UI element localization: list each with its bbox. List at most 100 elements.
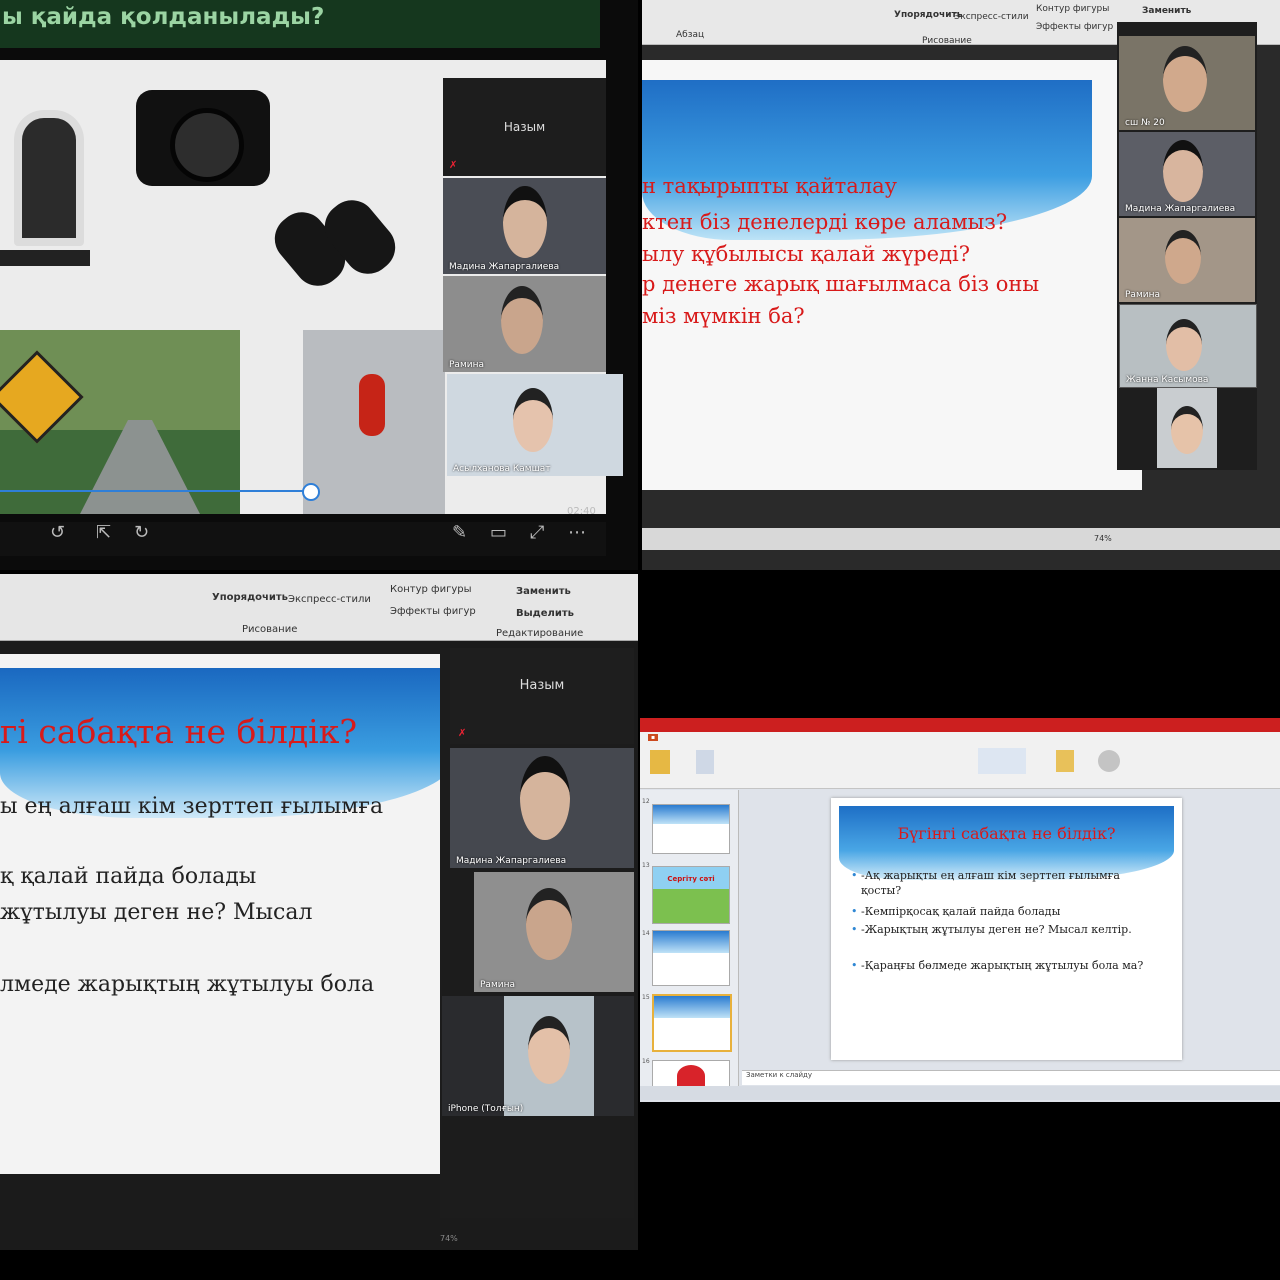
zoom-level[interactable]: 74%	[440, 1234, 458, 1243]
participant-tile-host[interactable]: Назым ✗	[443, 78, 606, 176]
participant-tile[interactable]: Рамина	[474, 872, 634, 992]
quick-styles-button[interactable]: Экспресс-стили	[954, 12, 1029, 22]
participant-name: Мадина Жапаргалиева	[1125, 204, 1236, 214]
panel-review-slide: Абзац Рисование Упорядочить Экспресс-сти…	[642, 0, 1280, 570]
thumb-number: 16	[642, 1058, 650, 1065]
participant-tile[interactable]: Рамина	[1119, 218, 1255, 302]
arrange-button[interactable]: Упорядочить	[894, 10, 962, 20]
slide-thumbnail[interactable]	[652, 930, 730, 986]
slide-bullet: -Қараңғы бөлмеде жарықтың жұтылуы бола м…	[851, 958, 1161, 973]
video-controls: ↺ ⇱ ↻ ✎ ▭ ⤢ ⋯	[0, 522, 606, 556]
arrange-icon[interactable]	[1056, 750, 1074, 772]
shape-effects-button[interactable]: Эффекты фигур	[1036, 22, 1113, 32]
forward-30-icon[interactable]: ↻	[134, 522, 149, 543]
slide-line: лмеде жарықтың жұтылуы бола	[0, 972, 375, 997]
participant-name: Рамина	[1125, 290, 1160, 300]
cursor-icon[interactable]: ⇱	[96, 522, 111, 543]
avatar	[1165, 230, 1201, 284]
slide-line: р денеге жарық шағылмаса біз оны	[642, 272, 1040, 296]
avatar	[528, 1016, 570, 1084]
slide-thumbnail[interactable]	[652, 1060, 730, 1088]
pen-icon[interactable]: ✎	[452, 522, 467, 543]
slide-notes-field[interactable]: Заметки к слайду	[742, 1070, 1280, 1085]
car-mirror-image	[303, 330, 445, 514]
slide-bullet: -Кемпірқосақ қалай пайда болады	[851, 904, 1161, 919]
shape-effects-button[interactable]: Эффекты фигур	[390, 606, 476, 617]
ribbon: Упорядочить Экспресс-стили Контур фигуры…	[0, 574, 638, 641]
shape-outline-button[interactable]: Контур фигуры	[390, 584, 472, 595]
slide-title: гі сабақта не білдік?	[0, 712, 358, 751]
camera-image	[136, 90, 270, 186]
participant-tile[interactable]	[1157, 388, 1217, 468]
thumb-number: 12	[642, 798, 650, 805]
quick-styles-icon[interactable]	[1098, 750, 1120, 772]
thumb-number: 13	[642, 862, 650, 869]
rewind-10-icon[interactable]: ↺	[50, 522, 65, 543]
participant-name: Жанна Касымова	[1126, 375, 1209, 385]
participant-tile[interactable]: Рамина	[443, 276, 606, 372]
slide-line: жұтылуы деген не? Мысал	[0, 900, 313, 925]
binoculars-image	[265, 190, 405, 296]
tab-file[interactable]: ▪	[648, 734, 659, 741]
avatar	[503, 186, 547, 258]
slide-canvas: гі сабақта не білдік? ы ең алғаш кім зер…	[0, 654, 455, 1174]
ribbon: ▪	[640, 732, 1280, 789]
participant-tile[interactable]: iPhone (Толғын)	[442, 996, 634, 1116]
slide-thumbnail-selected[interactable]	[652, 994, 732, 1052]
participant-tile[interactable]: Мадина Жапаргалиева	[450, 748, 634, 868]
slide-line: қ қалай пайда болады	[0, 864, 257, 889]
group-drawing-label: Рисование	[922, 36, 972, 46]
participant-tile[interactable]: Асылханова Камшат	[447, 374, 623, 476]
replace-button[interactable]: Заменить	[516, 586, 571, 597]
avatar	[1171, 406, 1203, 454]
group-drawing-label: Рисование	[242, 624, 298, 635]
seek-handle[interactable]	[302, 483, 320, 501]
participant-name: iPhone (Толғын)	[448, 1104, 524, 1114]
panel-powerpoint-window: ▪ 12 13 Сергіту сәті 14 15 16 Бүгінгі са…	[640, 718, 1280, 1102]
host-name: Назым	[503, 120, 546, 134]
zoom-level[interactable]: 74%	[1094, 534, 1112, 543]
more-icon[interactable]: ⋯	[568, 522, 586, 543]
paste-icon[interactable]	[650, 750, 670, 774]
participant-name: сш № 20	[1125, 118, 1165, 128]
arrange-button[interactable]: Упорядочить	[212, 592, 288, 603]
select-button[interactable]: Выделить	[516, 608, 574, 619]
avatar	[513, 388, 553, 452]
participants-strip: Назым ✗ Мадина Жапаргалиева Рамина iPhon…	[440, 648, 634, 1218]
window-title-bar	[640, 718, 1280, 732]
quick-styles-button[interactable]: Экспресс-стили	[288, 594, 371, 605]
participant-tile[interactable]: сш № 20	[1119, 36, 1255, 130]
slide-thumbnail[interactable]: Сергіту сәті	[652, 866, 730, 924]
slide-line: ы ең алғаш кім зерттеп ғылымға	[0, 794, 384, 819]
captions-icon[interactable]: ▭	[490, 522, 507, 543]
group-paragraph-label: Абзац	[676, 30, 705, 40]
shapes-gallery[interactable]	[978, 748, 1026, 774]
slide-thumbnails-pane: 12 13 Сергіту сәті 14 15 16	[640, 790, 739, 1090]
shape-outline-button[interactable]: Контур фигуры	[1036, 4, 1109, 14]
mic-muted-icon: ✗	[449, 160, 458, 171]
new-slide-icon[interactable]	[696, 750, 714, 774]
replace-button[interactable]: Заменить	[1142, 6, 1191, 16]
participant-name: Рамина	[480, 980, 515, 990]
participant-tile[interactable]: Мадина Жапаргалиева	[443, 178, 606, 274]
slide-thumbnail[interactable]	[652, 804, 730, 854]
avatar	[1166, 319, 1202, 371]
slide-header-text: ы қайда қолданылады?	[2, 4, 325, 30]
thumb-text: Сергіту сәті	[667, 875, 715, 883]
participant-name: Мадина Жапаргалиева	[456, 856, 567, 866]
participant-tile-host[interactable]: Назым ✗	[450, 648, 634, 744]
participant-name: Мадина Жапаргалиева	[449, 262, 560, 272]
panel-video-lesson: ы қайда қолданылады? 02:40 ↺ ⇱ ↻ ✎ ▭ ⤢ ⋯…	[0, 0, 638, 570]
fullscreen-icon[interactable]: ⤢	[530, 522, 544, 543]
participant-name: Асылханова Камшат	[453, 464, 551, 474]
thumb-number: 15	[642, 994, 650, 1001]
participant-name: Рамина	[449, 360, 484, 370]
participants-strip: сш № 20 Мадина Жапаргалиева Рамина Жанна…	[1117, 22, 1257, 470]
video-time: 02:40	[567, 506, 596, 517]
avatar	[501, 286, 543, 354]
participant-tile[interactable]: Мадина Жапаргалиева	[1119, 132, 1255, 216]
participant-tile[interactable]: Жанна Касымова	[1119, 304, 1257, 388]
video-seek-bar[interactable]	[0, 490, 310, 492]
group-editing-label: Редактирование	[496, 628, 584, 639]
slide-line: ылу құбылысы қалай жүреді?	[642, 242, 970, 266]
